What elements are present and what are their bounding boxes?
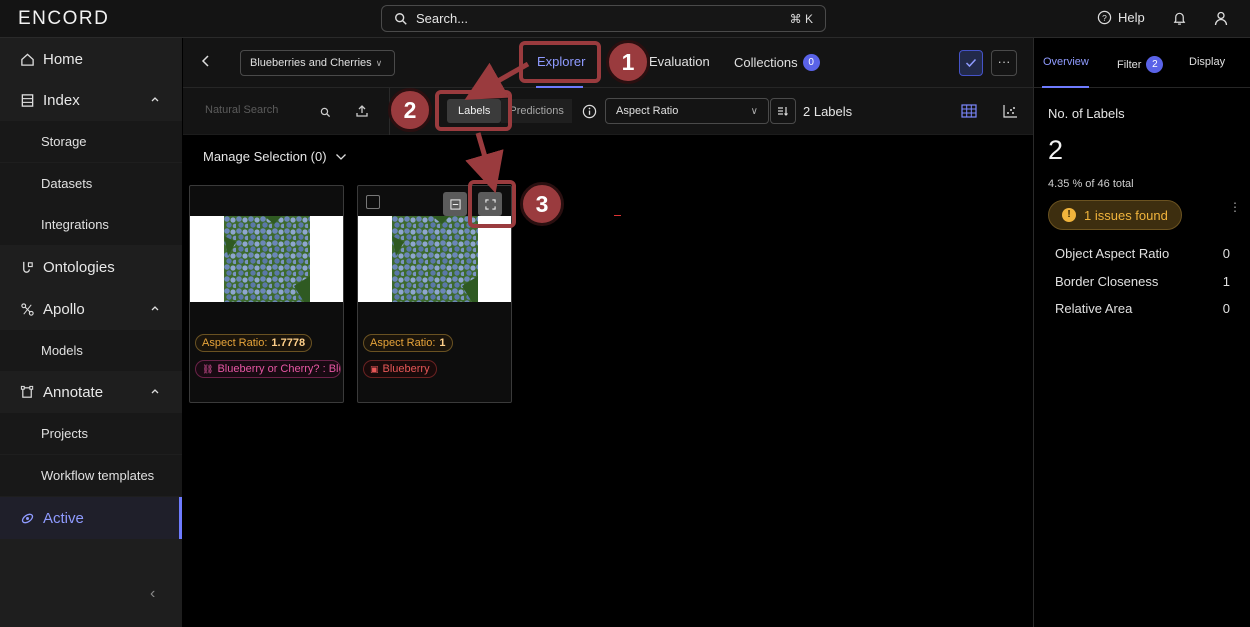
right-panel-tabs: Overview Filter 2 Display bbox=[1034, 38, 1250, 88]
tab-overview[interactable]: Overview bbox=[1043, 56, 1089, 68]
arrow-step1-to-step2 bbox=[464, 61, 530, 100]
labels-title: No. of Labels bbox=[1048, 106, 1125, 121]
right-panel: Overview Filter 2 Display No. of Labels … bbox=[1033, 38, 1250, 627]
issues-badge[interactable]: ! 1 issues found bbox=[1048, 200, 1182, 230]
filter-count-badge: 2 bbox=[1146, 56, 1164, 73]
kebab-menu-icon[interactable]: ⋮ bbox=[1229, 200, 1241, 214]
warning-icon: ! bbox=[1062, 208, 1076, 222]
tab-filter[interactable]: Filter 2 bbox=[1117, 56, 1164, 73]
arrow-step2-to-step3 bbox=[465, 132, 504, 194]
metric-row[interactable]: Relative Area 0 bbox=[1055, 301, 1230, 316]
metric-value: 0 bbox=[1222, 246, 1230, 261]
metric-value: 1 bbox=[1222, 274, 1230, 289]
metric-row[interactable]: Object Aspect Ratio 0 bbox=[1055, 246, 1230, 261]
metric-name: Border Closeness bbox=[1055, 274, 1159, 289]
labels-percentage: 4.35 % of 46 total bbox=[1048, 178, 1134, 190]
metric-value: 0 bbox=[1222, 301, 1230, 316]
metric-name: Relative Area bbox=[1055, 301, 1133, 316]
tab-display[interactable]: Display bbox=[1189, 56, 1225, 68]
active-tab-indicator bbox=[1042, 86, 1089, 88]
tab-filter-label: Filter bbox=[1117, 58, 1142, 71]
labels-count-value: 2 bbox=[1048, 135, 1064, 165]
metric-row[interactable]: Border Closeness 1 bbox=[1055, 274, 1230, 289]
metric-name: Object Aspect Ratio bbox=[1055, 246, 1170, 261]
issues-label: 1 issues found bbox=[1084, 207, 1168, 223]
